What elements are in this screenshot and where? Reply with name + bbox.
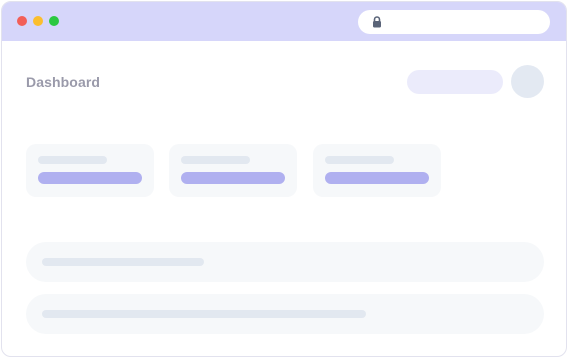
stat-card [169, 144, 297, 197]
close-window-button[interactable] [17, 16, 27, 26]
stat-card-label-placeholder [325, 156, 394, 164]
stat-card [313, 144, 441, 197]
header-action-pill[interactable] [407, 70, 503, 94]
minimize-window-button[interactable] [33, 16, 43, 26]
stat-card [26, 144, 154, 197]
stat-card-value-placeholder [181, 172, 285, 184]
stat-card-value-placeholder [38, 172, 142, 184]
stat-card-label-placeholder [38, 156, 107, 164]
page-title: Dashboard [26, 74, 101, 90]
address-bar[interactable] [358, 10, 550, 34]
stat-card-value-placeholder [325, 172, 429, 184]
stat-card-label-placeholder [181, 156, 250, 164]
avatar[interactable] [511, 65, 544, 98]
browser-window: Dashboard [1, 1, 567, 357]
list-row[interactable] [26, 294, 544, 334]
title-bar [2, 2, 566, 41]
list-row[interactable] [26, 242, 544, 282]
lock-icon [373, 16, 381, 28]
list-row-text-placeholder [42, 258, 204, 266]
maximize-window-button[interactable] [49, 16, 59, 26]
list-row-text-placeholder [42, 310, 366, 318]
